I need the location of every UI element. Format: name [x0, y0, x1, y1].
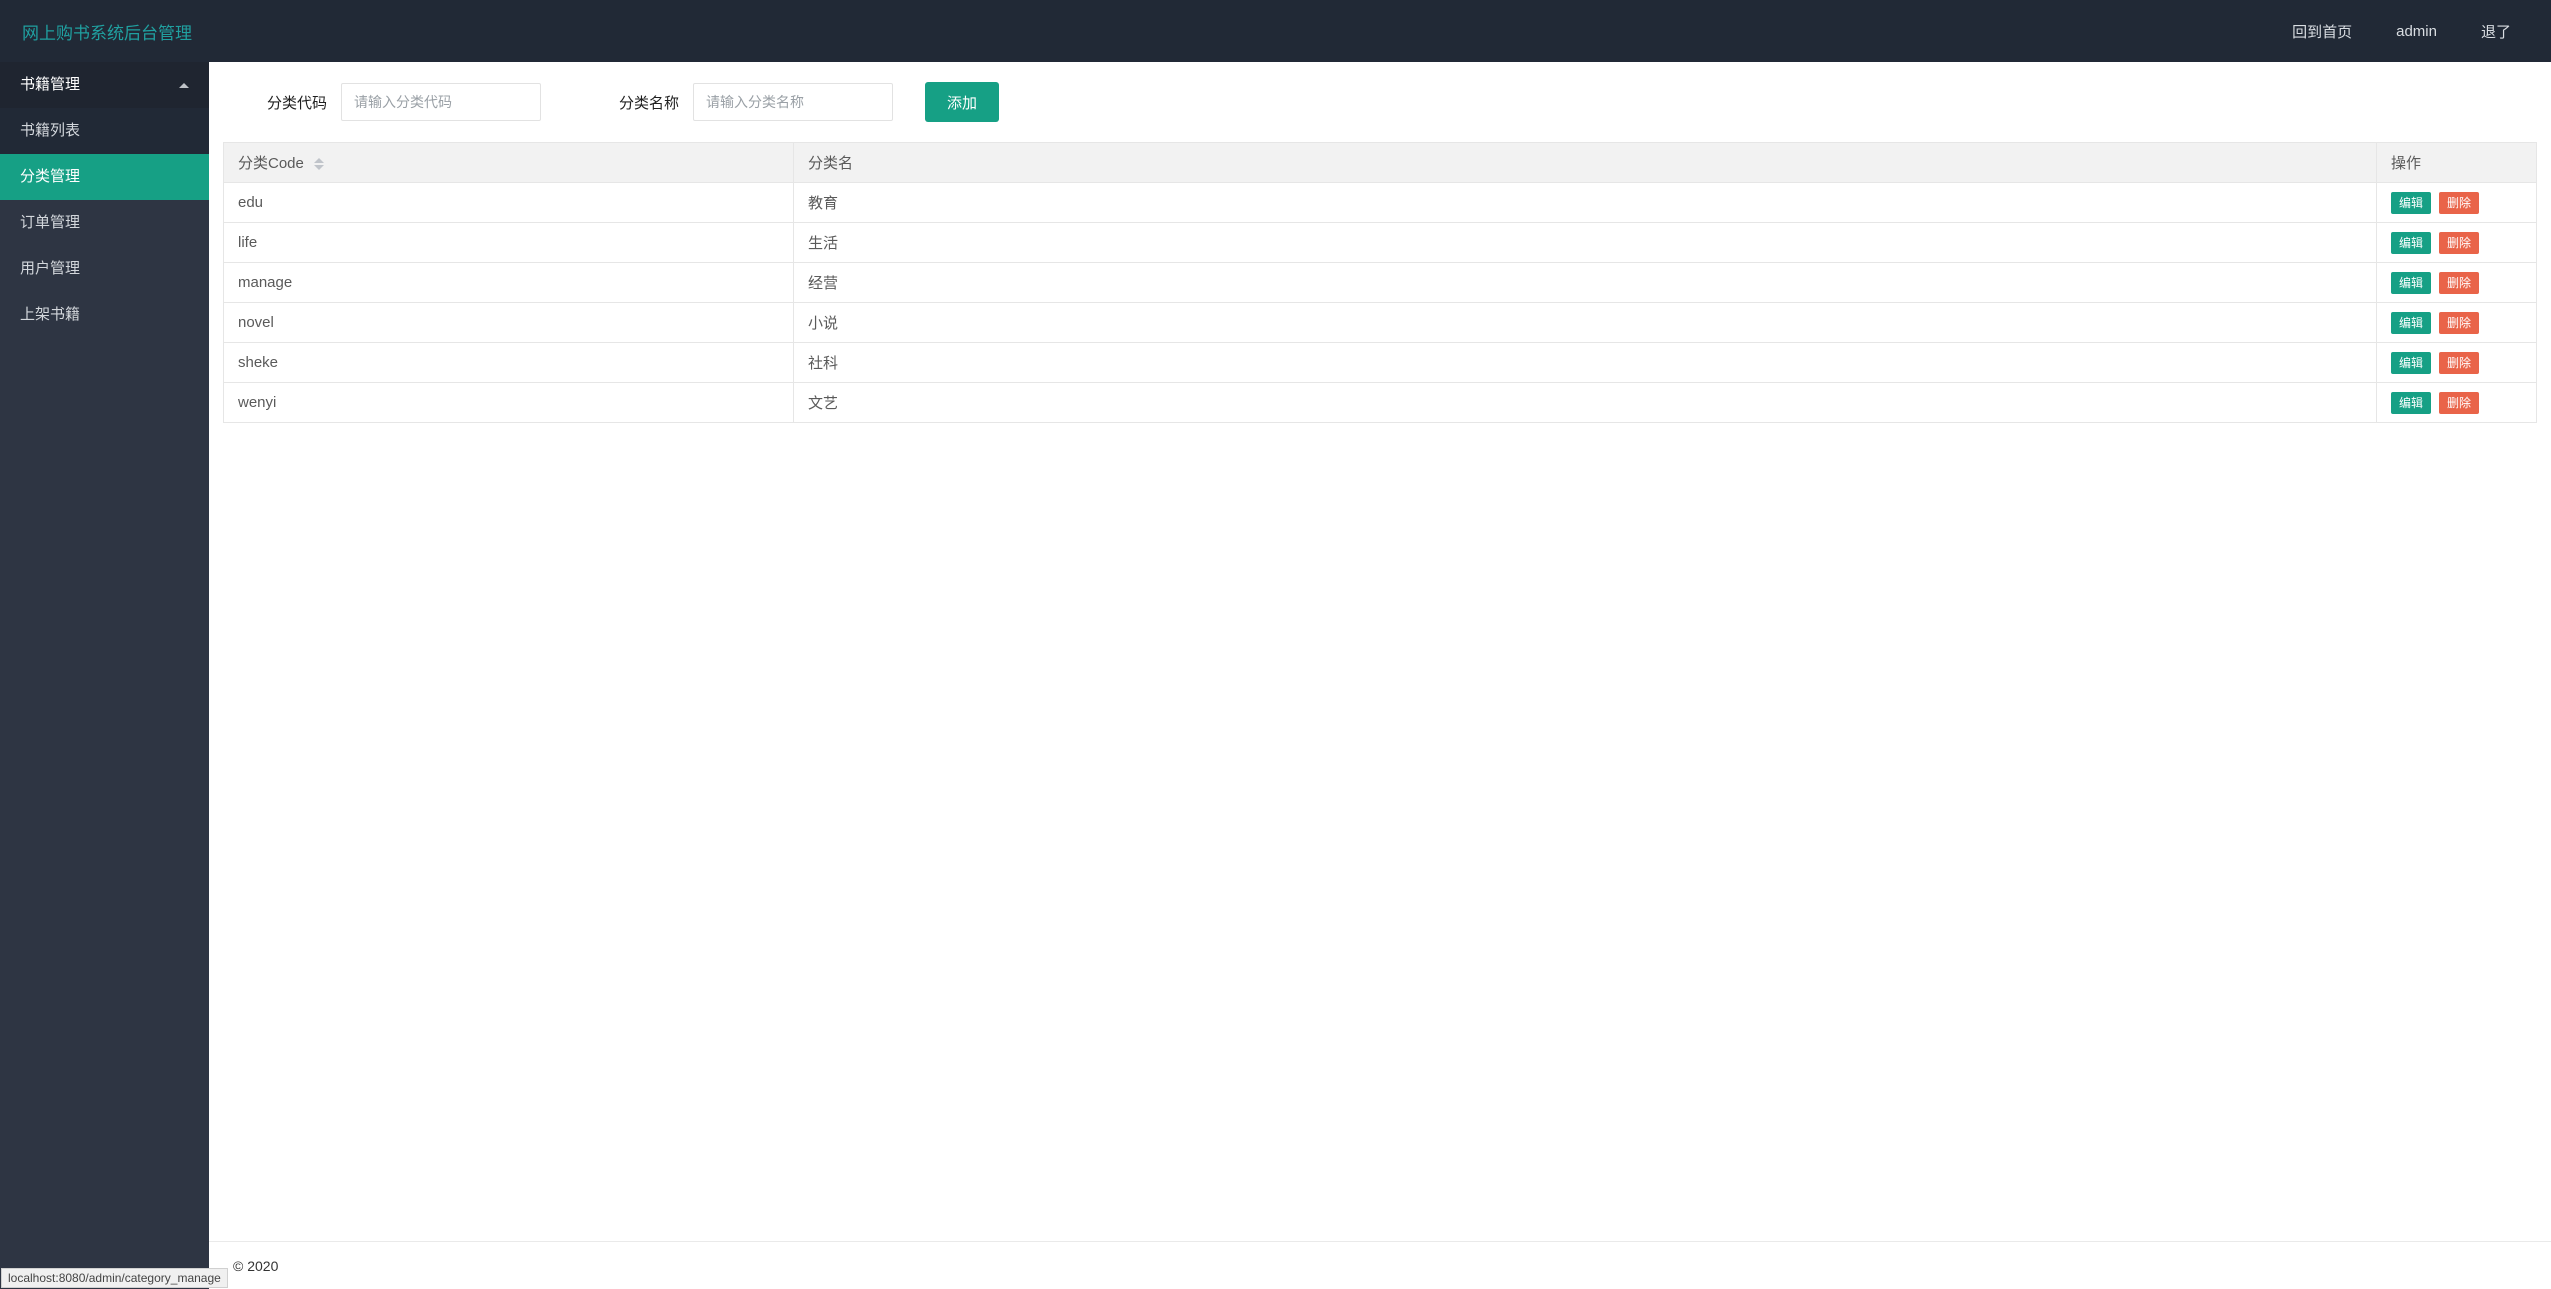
sidebar-item-label: 书籍列表	[20, 108, 80, 154]
edit-button[interactable]: 编辑	[2391, 392, 2431, 414]
name-label: 分类名称	[619, 92, 679, 113]
delete-button[interactable]: 删除	[2439, 272, 2479, 294]
chevron-up-icon	[179, 83, 189, 88]
cell-action: 编辑删除	[2377, 343, 2537, 383]
delete-button[interactable]: 删除	[2439, 192, 2479, 214]
cell-code: manage	[224, 263, 794, 303]
sidebar-group-books[interactable]: 书籍管理	[0, 62, 209, 108]
sort-up-icon	[314, 158, 324, 163]
cell-action: 编辑删除	[2377, 183, 2537, 223]
delete-button[interactable]: 删除	[2439, 392, 2479, 414]
category-table: 分类Code 分类名 操作 e	[223, 142, 2537, 423]
cell-action: 编辑删除	[2377, 303, 2537, 343]
delete-button[interactable]: 删除	[2439, 312, 2479, 334]
cell-name: 小说	[794, 303, 2377, 343]
logout-link[interactable]: 退了	[2481, 21, 2511, 42]
delete-button[interactable]: 删除	[2439, 232, 2479, 254]
header: 网上购书系统后台管理 回到首页 admin 退了	[0, 0, 2551, 62]
main: 分类代码 分类名称 添加 分类Code	[209, 62, 2551, 1289]
header-right: 回到首页 admin 退了	[2292, 21, 2511, 42]
cell-name: 文艺	[794, 383, 2377, 423]
add-button[interactable]: 添加	[925, 82, 999, 122]
table-header-action-label: 操作	[2391, 155, 2421, 172]
delete-button[interactable]: 删除	[2439, 352, 2479, 374]
sidebar-group-label: 书籍管理	[20, 62, 80, 108]
code-input[interactable]	[341, 83, 541, 121]
table-header-action: 操作	[2377, 143, 2537, 183]
cell-action: 编辑删除	[2377, 263, 2537, 303]
copyright-text: © 2020	[233, 1258, 278, 1274]
code-label: 分类代码	[267, 92, 327, 113]
cell-name: 经营	[794, 263, 2377, 303]
sort-icon[interactable]	[314, 158, 324, 170]
name-input[interactable]	[693, 83, 893, 121]
cell-code: wenyi	[224, 383, 794, 423]
sidebar: 书籍管理 书籍列表 分类管理 订单管理 用户管理 上架书籍	[0, 62, 209, 1289]
footer: © 2020	[209, 1241, 2551, 1289]
sidebar-item-label: 上架书籍	[20, 292, 80, 338]
table-row: edu教育编辑删除	[224, 183, 2537, 223]
table-row: life生活编辑删除	[224, 223, 2537, 263]
cell-code: novel	[224, 303, 794, 343]
sidebar-item-label: 订单管理	[20, 200, 80, 246]
cell-action: 编辑删除	[2377, 223, 2537, 263]
form-bar: 分类代码 分类名称 添加	[223, 82, 2537, 142]
cell-code: sheke	[224, 343, 794, 383]
user-link[interactable]: admin	[2396, 23, 2437, 40]
table-header-name: 分类名	[794, 143, 2377, 183]
container: 书籍管理 书籍列表 分类管理 订单管理 用户管理 上架书籍 分类代码 分类名称	[0, 62, 2551, 1289]
cell-name: 社科	[794, 343, 2377, 383]
table-row: sheke社科编辑删除	[224, 343, 2537, 383]
sidebar-item-order-manage[interactable]: 订单管理	[0, 200, 209, 246]
cell-code: life	[224, 223, 794, 263]
browser-status-bar: localhost:8080/admin/category_manage	[1, 1268, 228, 1288]
table-header-code-label: 分类Code	[238, 155, 304, 172]
edit-button[interactable]: 编辑	[2391, 352, 2431, 374]
table-row: novel小说编辑删除	[224, 303, 2537, 343]
sidebar-item-book-list[interactable]: 书籍列表	[0, 108, 209, 154]
sidebar-item-label: 分类管理	[20, 154, 80, 200]
table-row: manage经营编辑删除	[224, 263, 2537, 303]
table-row: wenyi文艺编辑删除	[224, 383, 2537, 423]
table-header-code[interactable]: 分类Code	[224, 143, 794, 183]
edit-button[interactable]: 编辑	[2391, 272, 2431, 294]
edit-button[interactable]: 编辑	[2391, 192, 2431, 214]
sidebar-item-user-manage[interactable]: 用户管理	[0, 246, 209, 292]
sort-down-icon	[314, 165, 324, 170]
content: 分类代码 分类名称 添加 分类Code	[209, 62, 2551, 1241]
table-header-name-label: 分类名	[808, 155, 853, 172]
cell-action: 编辑删除	[2377, 383, 2537, 423]
cell-code: edu	[224, 183, 794, 223]
sidebar-item-label: 用户管理	[20, 246, 80, 292]
home-link[interactable]: 回到首页	[2292, 21, 2352, 42]
sidebar-item-category-manage[interactable]: 分类管理	[0, 154, 209, 200]
edit-button[interactable]: 编辑	[2391, 312, 2431, 334]
cell-name: 生活	[794, 223, 2377, 263]
app-title: 网上购书系统后台管理	[22, 19, 192, 44]
sidebar-item-shelf-book[interactable]: 上架书籍	[0, 292, 209, 338]
cell-name: 教育	[794, 183, 2377, 223]
edit-button[interactable]: 编辑	[2391, 232, 2431, 254]
